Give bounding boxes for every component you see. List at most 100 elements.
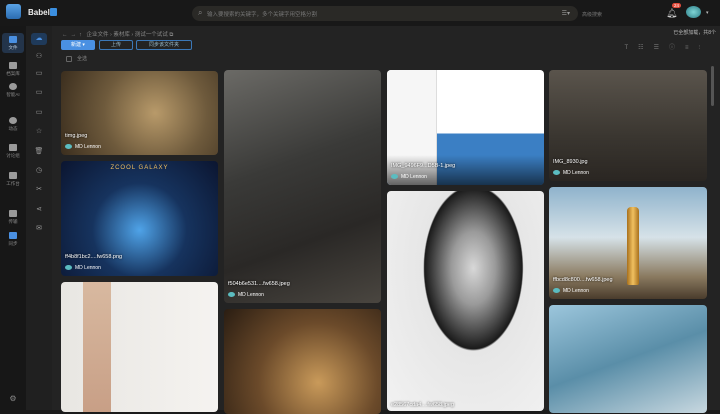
rail-item-archive[interactable]: 档案库	[2, 62, 24, 77]
cloud-icon[interactable]: ☁	[31, 33, 47, 45]
shared-folder-icon[interactable]: ▭	[31, 87, 47, 99]
owner-avatar	[228, 292, 235, 298]
trash-icon[interactable]: 🗑︎	[31, 146, 47, 158]
breadcrumb: ← → ↑ 企业文件 › 素材库 › 测试一个试试 ⧉	[62, 32, 174, 38]
file-card[interactable]	[224, 309, 381, 414]
app-badge-icon	[50, 8, 57, 16]
filter-icon[interactable]: T	[625, 45, 639, 51]
owner-avatar	[65, 144, 72, 150]
rail-item-transfer[interactable]: 传输	[2, 210, 24, 225]
file-owner: MD Lennon	[553, 170, 589, 176]
owner-name: MD Lennon	[563, 288, 589, 294]
user-icon[interactable]: ⚇	[31, 51, 47, 63]
file-name: e28567cda4....fw658.jpeg	[391, 402, 454, 408]
bell-icon[interactable]: 🔔︎	[666, 8, 677, 19]
rail-item-workbench[interactable]: 工作台	[2, 172, 24, 187]
notification-badge: 24	[672, 3, 682, 8]
file-name: f504b6e531....fw658.jpeg	[228, 281, 290, 287]
file-card[interactable]: timg.jpeg MD Lennon	[61, 71, 218, 155]
person-folder-icon[interactable]: ▭	[31, 107, 47, 119]
rail-label: 工作台	[6, 181, 20, 186]
clock-icon[interactable]: ◷	[31, 165, 47, 177]
advanced-search-link[interactable]: 高级搜索	[582, 11, 602, 18]
breadcrumb-item[interactable]: 企业文件	[86, 32, 108, 38]
copy-icon[interactable]: ⧉	[169, 32, 173, 38]
mail-icon[interactable]: ✉	[31, 223, 47, 235]
file-card[interactable]: e28567cda4....fw658.jpeg	[387, 191, 544, 411]
rail-item-files[interactable]: 文件	[2, 33, 24, 53]
folder-icon	[9, 36, 17, 43]
rail-label: 动态	[8, 126, 18, 131]
select-all-checkbox[interactable]: 全选	[66, 55, 87, 62]
chat-icon	[9, 144, 17, 151]
file-name: IMG_8930.jpg	[553, 159, 588, 165]
rail-item-discussion[interactable]: 讨论组	[2, 144, 24, 159]
file-name: timg.jpeg	[65, 133, 88, 139]
owner-name: MD Lennon	[563, 170, 589, 176]
owner-avatar	[391, 174, 398, 180]
rail-item-sync[interactable]: 同步	[2, 232, 24, 247]
owner-avatar	[553, 170, 560, 176]
columns-icon[interactable]: ⫶	[698, 45, 710, 51]
file-card[interactable]: f504b6e531....fw658.jpeg MD Lennon	[224, 70, 381, 303]
up-icon[interactable]: ↑	[79, 32, 82, 38]
file-card[interactable]: ZCOOL GALAXY ff4b8f1bc2....fw658.png MD …	[61, 161, 218, 276]
flame-icon	[9, 117, 17, 124]
rail-label: 智能AI	[6, 92, 20, 97]
breadcrumb-item[interactable]: 测试一个试试	[135, 32, 168, 38]
share-icon[interactable]: ⋖	[31, 204, 47, 216]
file-owner: MD Lennon	[228, 292, 264, 298]
back-icon[interactable]: ←	[62, 32, 68, 38]
star-icon[interactable]: ☆	[31, 126, 47, 138]
list-icon[interactable]: ☰	[654, 45, 669, 51]
rail-label: 同步	[8, 241, 18, 246]
forward-icon[interactable]: →	[71, 32, 77, 38]
view-toolbar: T☷☰ⓘ≡⫶	[625, 42, 711, 52]
load-status: 已全部加载，共8个	[673, 30, 716, 36]
sync-folder-button[interactable]: 同步该文件夹	[136, 40, 192, 50]
file-name: ffbcd8c800....fw658.jpeg	[553, 277, 613, 283]
settings-icon[interactable]: ⚙	[2, 394, 24, 403]
rail-item-activity[interactable]: 动态	[2, 117, 24, 132]
rail-item-ai[interactable]: 智能AI	[2, 83, 24, 98]
image-folder-icon[interactable]: ▭	[31, 68, 47, 80]
file-card[interactable]	[549, 305, 707, 413]
owner-name: MD Lennon	[75, 144, 101, 150]
owner-name: MD Lennon	[75, 265, 101, 271]
list-detail-icon[interactable]: ☷	[638, 45, 653, 51]
rail-label: 讨论组	[6, 153, 20, 158]
owner-avatar	[553, 288, 560, 294]
file-name: ff4b8f1bc2....fw658.png	[65, 254, 123, 260]
scrollbar[interactable]	[711, 66, 714, 106]
rail-label: 传输	[8, 219, 18, 224]
file-owner: MD Lennon	[65, 265, 101, 271]
app-name: Babel	[28, 8, 50, 17]
secondary-sidebar: ☁ ⚇ ▭ ▭ ▭ ☆ 🗑︎ ◷ ✂ ⋖ ✉	[26, 26, 52, 410]
select-all-label: 全选	[77, 56, 88, 62]
file-card[interactable]	[61, 282, 218, 412]
owner-avatar	[65, 265, 72, 271]
info-icon[interactable]: ⓘ	[669, 45, 685, 51]
file-owner: MD Lennon	[553, 288, 589, 294]
search-filter-dropdown[interactable]: ☰▾	[562, 10, 570, 17]
upload-button[interactable]: 上传	[99, 40, 133, 50]
sort-icon[interactable]: ≡	[685, 45, 699, 51]
breadcrumb-item[interactable]: 素材库	[113, 32, 130, 38]
chevron-down-icon[interactable]: ▾	[706, 10, 709, 16]
avatar[interactable]	[686, 6, 701, 18]
grid-icon	[9, 172, 17, 179]
new-button[interactable]: 新建 ▾	[61, 40, 95, 50]
file-card[interactable]: IMG_8930.jpg MD Lennon	[549, 70, 707, 181]
file-card[interactable]: ffbcd8c800....fw658.jpeg MD Lennon	[549, 187, 707, 299]
search-placeholder: 输入要搜索的关键字，多个关键字用空格分割	[207, 12, 318, 18]
file-name: IMG_9496F9...D5B-1.jpeg	[391, 163, 456, 169]
image-title: ZCOOL GALAXY	[110, 165, 169, 171]
owner-name: MD Lennon	[401, 174, 427, 180]
sync-icon	[9, 232, 17, 239]
ai-icon	[9, 83, 17, 90]
search-input[interactable]: ⌕ 输入要搜索的关键字，多个关键字用空格分割 ☰▾	[192, 6, 578, 21]
top-bar: Babel ⌕ 输入要搜索的关键字，多个关键字用空格分割 ☰▾ 高级搜索 🔔︎ …	[0, 0, 720, 26]
file-card[interactable]: IMG_9496F9...D5B-1.jpeg MD Lennon	[387, 70, 544, 185]
scissors-icon[interactable]: ✂	[31, 184, 47, 196]
search-icon: ⌕	[198, 8, 203, 17]
